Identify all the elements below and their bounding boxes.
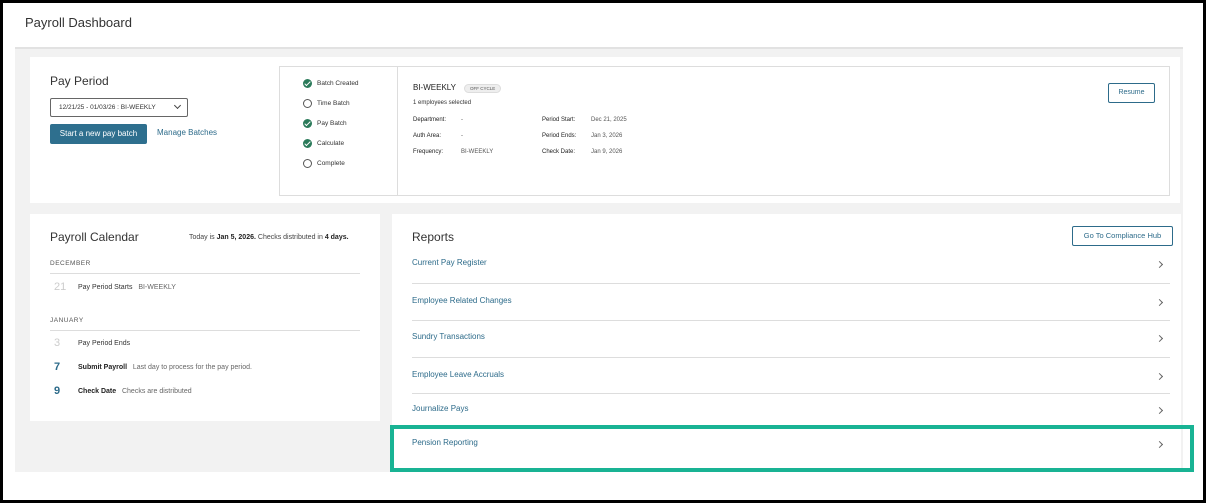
event-pay-period-starts: Pay Period Starts BI-WEEKLY bbox=[78, 284, 176, 291]
report-label: Sundry Transactions bbox=[412, 332, 485, 341]
chevron-right-icon bbox=[1155, 372, 1164, 381]
chevron-right-icon bbox=[1155, 334, 1164, 343]
event-day: 7 bbox=[54, 361, 61, 373]
month-label-december: DECEMBER bbox=[50, 260, 91, 267]
today-date: Jan 5, 2026. bbox=[216, 234, 256, 241]
step-calculate: Calculate bbox=[303, 139, 344, 148]
event-submit-payroll: Submit Payroll Last day to process for t… bbox=[78, 364, 252, 371]
step-time-batch: Time Batch bbox=[303, 99, 350, 108]
batch-status-panel: Batch Created Time Batch Pay Batch Calcu… bbox=[279, 66, 1170, 196]
report-employee-related-changes[interactable]: Employee Related Changes bbox=[412, 284, 1170, 321]
event-check-date: Check Date Checks are distributed bbox=[78, 388, 192, 395]
field-label: Auth Area: bbox=[413, 133, 442, 139]
pension-reporting-highlight bbox=[390, 425, 1194, 472]
field-value: Jan 3, 2026 bbox=[591, 133, 623, 139]
report-label: Journalize Pays bbox=[412, 404, 469, 413]
chevron-down-icon bbox=[173, 101, 182, 110]
batch-title: BI-WEEKLY bbox=[413, 83, 456, 92]
check-date-field: Check Date: Jan 9, 2026 bbox=[542, 149, 622, 155]
payroll-calendar-title: Payroll Calendar bbox=[50, 230, 139, 244]
check-circle-icon bbox=[303, 79, 312, 88]
resume-button[interactable]: Resume bbox=[1108, 83, 1155, 103]
field-value: BI-WEEKLY bbox=[461, 149, 494, 155]
pay-period-select-value: 12/21/25 - 01/03/26 : BI-WEEKLY bbox=[59, 104, 156, 111]
field-label: Period Ends: bbox=[542, 133, 577, 139]
field-value: - bbox=[461, 133, 463, 139]
report-sundry-transactions[interactable]: Sundry Transactions bbox=[412, 321, 1170, 358]
off-cycle-badge: OFF CYCLE bbox=[464, 84, 502, 93]
step-label: Batch Created bbox=[317, 80, 359, 87]
report-journalize-pays[interactable]: Journalize Pays bbox=[412, 394, 1170, 427]
event-day: 9 bbox=[54, 385, 61, 397]
event-detail: BI-WEEKLY bbox=[138, 284, 176, 291]
event-title: Pay Period Ends bbox=[78, 340, 131, 347]
pay-period-title: Pay Period bbox=[50, 74, 109, 88]
event-day: 21 bbox=[54, 281, 67, 293]
page-title: Payroll Dashboard bbox=[25, 15, 132, 30]
field-value: - bbox=[461, 117, 463, 123]
field-label: Period Start: bbox=[542, 117, 576, 123]
report-label: Current Pay Register bbox=[412, 258, 487, 267]
check-circle-icon bbox=[303, 139, 312, 148]
dashboard-content: Pay Period 12/21/25 - 01/03/26 : BI-WEEK… bbox=[15, 47, 1183, 474]
step-pay-batch: Pay Batch bbox=[303, 119, 347, 128]
today-summary: Today is Jan 5, 2026. Checks distributed… bbox=[189, 234, 349, 241]
event-day: 3 bbox=[54, 337, 61, 349]
distributed-days: 4 days. bbox=[324, 234, 349, 241]
step-label: Complete bbox=[317, 160, 345, 167]
frequency-field: Frequency: BI-WEEKLY bbox=[413, 149, 493, 155]
event-title: Pay Period Starts bbox=[78, 284, 133, 291]
event-detail: Last day to process for the pay period. bbox=[132, 364, 252, 371]
batch-steps: Batch Created Time Batch Pay Batch Calcu… bbox=[280, 67, 398, 195]
step-label: Calculate bbox=[317, 140, 345, 147]
month-label-january: JANUARY bbox=[50, 317, 84, 324]
app-window: Payroll Dashboard Pay Period 12/21/25 - … bbox=[3, 3, 1203, 500]
field-value: Jan 9, 2026 bbox=[591, 149, 623, 155]
pay-period-card: Pay Period 12/21/25 - 01/03/26 : BI-WEEK… bbox=[30, 57, 1180, 203]
report-label: Employee Related Changes bbox=[412, 296, 512, 305]
field-label: Department: bbox=[413, 117, 447, 123]
check-circle-icon bbox=[303, 119, 312, 128]
department-field: Department: - bbox=[413, 117, 463, 123]
period-ends-field: Period Ends: Jan 3, 2026 bbox=[542, 133, 622, 139]
event-detail: Checks are distributed bbox=[121, 388, 192, 395]
start-pay-batch-button[interactable]: Start a new pay batch bbox=[50, 124, 147, 144]
pay-period-select[interactable]: 12/21/25 - 01/03/26 : BI-WEEKLY bbox=[50, 98, 188, 117]
manage-batches-link[interactable]: Manage Batches bbox=[157, 128, 217, 137]
step-complete: Complete bbox=[303, 159, 345, 168]
step-label: Time Batch bbox=[317, 100, 350, 107]
event-pay-period-ends: Pay Period Ends bbox=[78, 340, 130, 347]
step-batch-created: Batch Created bbox=[303, 79, 359, 88]
reports-title: Reports bbox=[412, 230, 455, 244]
step-label: Pay Batch bbox=[317, 120, 347, 127]
divider bbox=[50, 330, 360, 331]
empty-circle-icon bbox=[303, 99, 312, 108]
chevron-right-icon bbox=[1155, 298, 1164, 307]
field-value: Dec 21, 2025 bbox=[591, 117, 627, 123]
chevron-right-icon bbox=[1155, 260, 1164, 269]
auth-area-field: Auth Area: - bbox=[413, 133, 463, 139]
employees-selected: 1 employees selected bbox=[413, 100, 472, 106]
field-label: Check Date: bbox=[542, 149, 576, 155]
distributed-prefix: Checks distributed in bbox=[255, 234, 325, 241]
payroll-calendar-card: Payroll Calendar Today is Jan 5, 2026. C… bbox=[30, 214, 380, 421]
empty-circle-icon bbox=[303, 159, 312, 168]
divider bbox=[50, 273, 360, 274]
today-prefix: Today is bbox=[189, 234, 217, 241]
report-employee-leave-accruals[interactable]: Employee Leave Accruals bbox=[412, 358, 1170, 394]
report-label: Employee Leave Accruals bbox=[412, 370, 505, 379]
report-current-pay-register[interactable]: Current Pay Register bbox=[412, 252, 1170, 284]
event-title: Submit Payroll bbox=[78, 364, 128, 371]
chevron-right-icon bbox=[1155, 406, 1164, 415]
compliance-hub-button[interactable]: Go To Compliance Hub bbox=[1072, 226, 1173, 246]
period-start-field: Period Start: Dec 21, 2025 bbox=[542, 117, 627, 123]
field-label: Frequency: bbox=[413, 149, 444, 155]
event-title: Check Date bbox=[78, 388, 117, 395]
